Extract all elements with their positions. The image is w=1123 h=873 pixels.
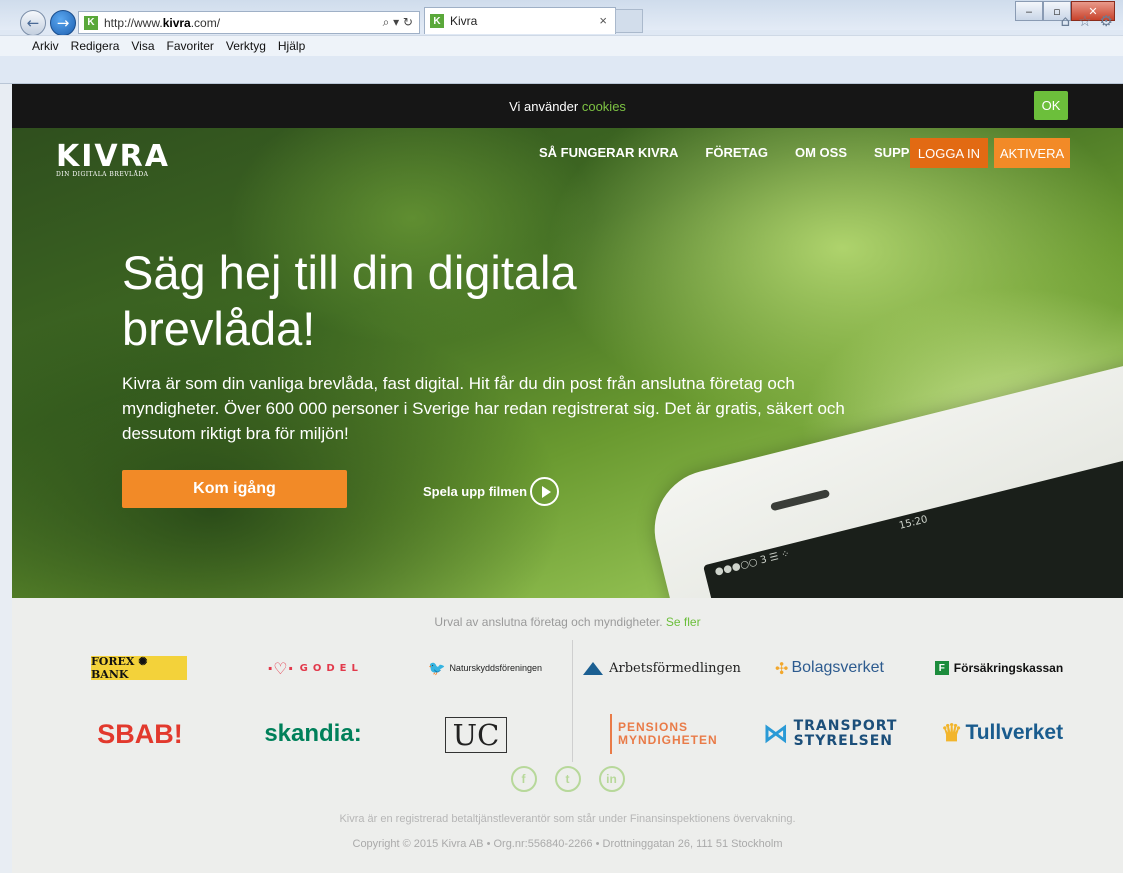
- address-tools[interactable]: ⌕ ▾ ↻: [383, 15, 413, 30]
- social-links: f t in: [12, 766, 1123, 792]
- favorites-star-icon[interactable]: ☆: [1078, 12, 1091, 30]
- lightbulb-icon: ·♡·: [267, 658, 294, 678]
- pensionsmyndigheten-logo: PENSIONS MYNDIGHETEN: [610, 714, 720, 754]
- bolag-mark-icon: ✣: [775, 658, 789, 678]
- nav-om-oss[interactable]: OM OSS: [795, 145, 847, 160]
- arbets-triangle-icon: [583, 661, 604, 675]
- phone-screen: ●●●○○ 3 ☰ ⁘ 15:20: [703, 459, 1123, 598]
- phone-speaker: [770, 489, 831, 512]
- linkedin-icon[interactable]: in: [598, 766, 625, 792]
- back-button[interactable]: ←: [20, 10, 46, 36]
- address-bar[interactable]: K http://www.kivra.com/ ⌕ ▾ ↻: [78, 11, 420, 34]
- facebook-icon[interactable]: f: [510, 766, 537, 792]
- sbab-logo: SBAB!: [97, 718, 183, 749]
- menu-redigera[interactable]: Redigera: [71, 39, 120, 53]
- cookie-ok-button[interactable]: OK: [1034, 91, 1068, 120]
- partners-intro: Urval av anslutna företag och myndighete…: [434, 615, 701, 629]
- bolag-wordmark: Bolagsverket: [791, 659, 884, 676]
- skandia-logo: skandia:: [264, 720, 362, 747]
- forsak-wordmark: Försäkringskassan: [953, 661, 1064, 675]
- menu-visa[interactable]: Visa: [131, 39, 154, 53]
- transportstyrelsen-logo: ⋈ TRANSPORT STYRELSEN: [763, 714, 897, 754]
- phone-status: ●●●○○ 3 ☰ ⁘: [713, 548, 791, 578]
- tab-close-icon[interactable]: ×: [599, 13, 607, 28]
- arbets-wordmark: Arbetsförmedlingen: [609, 660, 741, 676]
- twitter-icon[interactable]: t: [554, 766, 581, 792]
- forward-arrow-icon: →: [56, 14, 70, 32]
- hero-lead: Kivra är som din vanliga brevlåda, fast …: [122, 374, 845, 443]
- transport-line-1: TRANSPORT: [793, 718, 898, 734]
- cookie-bar: Vi använder cookies OK: [12, 84, 1123, 128]
- address-url: http://www.kivra.com/: [104, 15, 221, 30]
- toolbar-icons: ⌂ ☆ ⚙: [1061, 12, 1113, 30]
- arbetsformedlingen-logo: Arbetsförmedlingen: [583, 655, 741, 681]
- activate-button[interactable]: AKTIVERA: [994, 138, 1070, 168]
- main-nav: SÅ FUNGERAR KIVRA FÖRETAG OM OSS SUPPORT: [539, 138, 964, 167]
- play-icon: [530, 477, 560, 506]
- play-video-link[interactable]: Spela upp filmen: [423, 477, 560, 506]
- uc-logo: UC: [445, 717, 507, 753]
- hero-headline: Säg hej till din digitala brevlåda!: [122, 246, 577, 355]
- transport-line-2: STYRELSEN: [793, 733, 893, 749]
- transport-mark-icon: ⋈: [762, 718, 790, 749]
- phone-time: 15:20: [898, 514, 929, 532]
- nav-foretag[interactable]: FÖRETAG: [705, 145, 768, 160]
- settings-gear-icon[interactable]: ⚙: [1100, 12, 1113, 30]
- kivra-logo[interactable]: KIVRA DIN DIGITALA BREVLÅDA: [56, 139, 170, 179]
- tullverket-logo: ♛ Tullverket: [940, 710, 1064, 756]
- home-icon[interactable]: ⌂: [1061, 12, 1071, 30]
- forex-bank-logo: FOREX ✺ BANK: [91, 655, 187, 681]
- crown-crest-icon: ♛: [940, 719, 963, 747]
- bolagsverket-logo: ✣ Bolagsverket: [767, 655, 892, 681]
- browser-tab-kivra[interactable]: K Kivra ×: [424, 7, 616, 34]
- hero-section: KIVRA DIN DIGITALA BREVLÅDA SÅ FUNGERAR …: [12, 128, 1123, 598]
- tab-favicon-icon: K: [430, 14, 444, 28]
- cookies-link[interactable]: cookies: [582, 99, 626, 114]
- login-button[interactable]: LOGGA IN: [910, 138, 988, 168]
- cookie-notice: Vi använder cookies: [509, 99, 626, 114]
- forward-button[interactable]: →: [50, 10, 76, 36]
- tull-wordmark: Tullverket: [965, 721, 1064, 744]
- menu-bar: Arkiv Redigera Visa Favoriter Verktyg Hj…: [0, 35, 1123, 56]
- regulatory-notice: Kivra är en registrerad betaltjänstlever…: [339, 813, 796, 825]
- partners-divider: [572, 640, 573, 762]
- back-arrow-icon: ←: [26, 14, 40, 32]
- see-more-link[interactable]: Se fler: [666, 615, 701, 629]
- nav-sa-fungerar-kivra[interactable]: SÅ FUNGERAR KIVRA: [539, 145, 678, 160]
- minimize-button[interactable]: ‒: [1015, 1, 1043, 21]
- logo-mark: KIVRA: [56, 139, 170, 174]
- get-started-button[interactable]: Kom igång: [122, 470, 347, 508]
- browser-chrome: ‒ ▫ ✕ ← → K http://www.kivra.com/ ⌕ ▾ ↻ …: [0, 0, 1123, 84]
- new-tab-button[interactable]: [615, 9, 643, 33]
- menu-hjalp[interactable]: Hjälp: [278, 39, 305, 53]
- site-favicon-icon: K: [84, 15, 98, 30]
- naturskydd-wordmark: Naturskyddsföreningen: [449, 663, 542, 673]
- pension-line-2: MYNDIGHETEN: [618, 733, 718, 747]
- menu-arkiv[interactable]: Arkiv: [32, 39, 59, 53]
- godel-logo: ·♡· GODEL: [255, 654, 375, 682]
- tab-title: Kivra: [450, 14, 478, 28]
- copyright: Copyright © 2015 Kivra AB • Org.nr:55684…: [352, 838, 783, 850]
- menu-verktyg[interactable]: Verktyg: [226, 39, 266, 53]
- menu-favoriter[interactable]: Favoriter: [167, 39, 214, 53]
- forsak-mark-icon: F: [934, 661, 949, 675]
- bird-icon: 🐦: [428, 659, 446, 676]
- play-video-label: Spela upp filmen: [423, 484, 528, 499]
- forsakringskassan-logo: F Försäkringskassan: [929, 655, 1069, 681]
- partners-section: Urval av anslutna företag och myndighete…: [12, 598, 1123, 873]
- naturskyddsforeningen-logo: 🐦 Naturskyddsföreningen: [420, 655, 550, 681]
- godel-wordmark: GODEL: [299, 662, 363, 674]
